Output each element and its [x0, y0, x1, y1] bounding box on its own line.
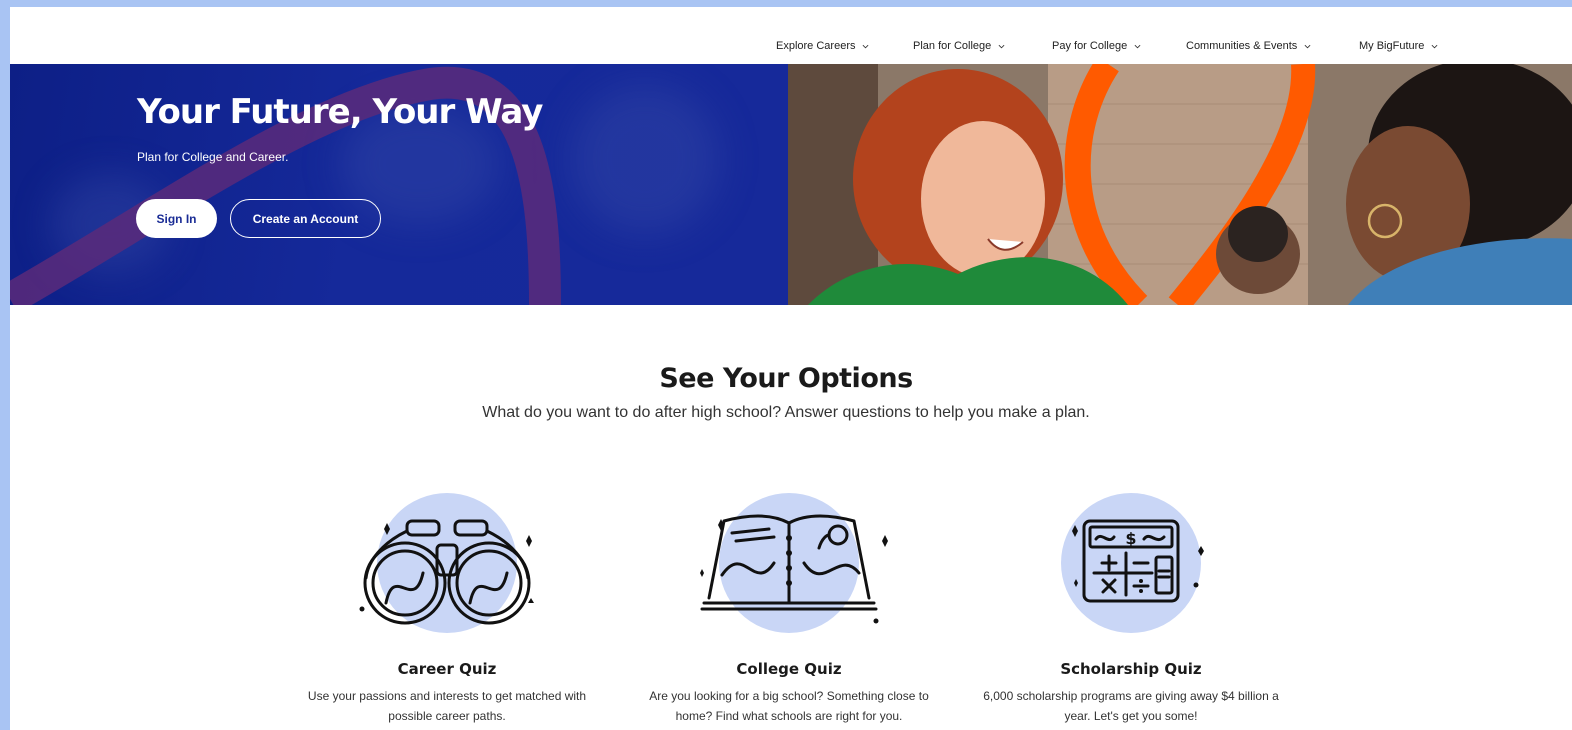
top-nav: Explore Careers Plan for College Pay for… [10, 7, 1572, 64]
hero-banner: Your Future, Your Way Plan for College a… [10, 64, 1572, 305]
career-quiz-title[interactable]: Career Quiz [282, 660, 612, 678]
chevron-down-icon [1304, 44, 1311, 48]
nav-item-explore-careers[interactable]: Explore Careers [776, 40, 869, 52]
options-title: See Your Options [659, 363, 913, 394]
scholarship-quiz-description: 6,000 scholarship programs are giving aw… [983, 689, 1279, 723]
career-quiz-description: Use your passions and interests to get m… [307, 689, 587, 723]
calculator-icon: $ [1072, 519, 1204, 603]
binoculars-icon [359, 519, 534, 625]
scholarship-quiz-card[interactable]: $ Scholarship Quiz 6,000 scholarship pro… [966, 493, 1296, 730]
career-quiz-card[interactable]: Career Quiz Use your passions and intere… [282, 493, 612, 730]
chevron-down-icon [863, 44, 869, 48]
sign-in-button[interactable]: Sign In [136, 199, 217, 238]
scholarship-quiz-title[interactable]: Scholarship Quiz [966, 660, 1296, 678]
nav-item-communities-events[interactable]: Communities & Events [1186, 40, 1311, 52]
college-quiz-description: Are you looking for a big school? Someth… [649, 689, 929, 723]
hero-subtitle: Plan for College and Career. [137, 150, 289, 164]
chevron-down-icon [1431, 44, 1438, 48]
open-book-map-icon [700, 514, 888, 624]
hero-photo [788, 64, 1572, 305]
nav-item-label: Pay for College [1052, 40, 1128, 52]
hero-background: Your Future, Your Way Plan for College a… [10, 64, 788, 305]
college-quiz-title[interactable]: College Quiz [624, 660, 954, 678]
chevron-down-icon [1134, 44, 1141, 48]
nav-item-label: Explore Careers [776, 40, 856, 52]
college-quiz-card[interactable]: College Quiz Are you looking for a big s… [624, 493, 954, 730]
create-account-button[interactable]: Create an Account [230, 199, 381, 238]
nav-item-label: My BigFuture [1359, 40, 1425, 52]
nav-item-my-bigfuture[interactable]: My BigFuture [1359, 40, 1438, 52]
nav-item-plan-for-college[interactable]: Plan for College [913, 40, 1005, 52]
page: Explore Careers Plan for College Pay for… [10, 7, 1572, 730]
nav-item-label: Communities & Events [1186, 40, 1298, 52]
nav-item-label: Plan for College [913, 40, 992, 52]
svg-text:$: $ [1125, 529, 1136, 548]
nav-item-pay-for-college[interactable]: Pay for College [1052, 40, 1141, 52]
options-subtitle: What do you want to do after high school… [482, 404, 1090, 421]
chevron-down-icon [998, 44, 1005, 48]
hero-title: Your Future, Your Way [137, 92, 543, 132]
